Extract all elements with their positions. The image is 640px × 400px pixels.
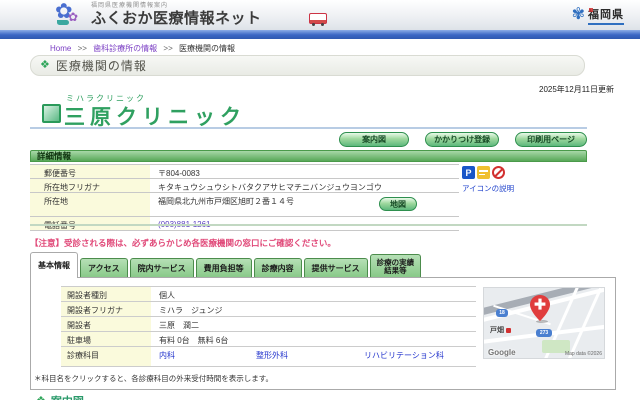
section-divider <box>30 224 587 226</box>
table-row: 駐車場 有料 0台 無料 6台 <box>61 332 476 347</box>
tab-provided-services[interactable]: 提供サービス <box>303 258 368 278</box>
table-row: 所在地 福岡県北九州市戸畑区旭町２番１４号 地図 <box>30 193 459 217</box>
departments-note: ＊科目名をクリックすると、各診療科目の外来受付時間を表示します。 <box>34 374 273 383</box>
details-header-bar: 詳細情報 <box>30 150 587 162</box>
facility-icons: P <box>462 166 505 179</box>
address-value: 福岡県北九州市戸畑区旭町２番１４号 地図 <box>150 193 459 216</box>
section-title-bar: ❖ 医療機関の情報 <box>30 55 585 76</box>
no-smoking-icon <box>492 166 505 179</box>
tab-medical-contents[interactable]: 診療内容 <box>253 258 302 278</box>
flower-small-icon: ✿ <box>68 10 79 24</box>
pref-name: 福岡県 <box>588 8 624 21</box>
next-section-heading: ❖ 案内図 <box>36 393 84 400</box>
department-orthopedics-link[interactable]: 整形外科 <box>256 350 364 366</box>
departments-cell: 内科 整形外科 リハビリテーション科 <box>151 347 476 366</box>
ambulance-icon <box>309 13 327 26</box>
pref-flower-icon: ✾ <box>571 6 585 23</box>
diamond-icon: ❖ <box>36 395 46 400</box>
station-label: 戸畑 <box>490 325 511 335</box>
row-label: 開設者 <box>61 317 151 331</box>
map-copyright: Map data ©2026 <box>564 351 602 357</box>
header-blue-bar <box>0 30 640 39</box>
row-label: 診療科目 <box>61 347 151 366</box>
table-row: 開設者 三原 潤二 <box>61 317 476 332</box>
card-icon <box>477 166 490 179</box>
address-furigana-value: キタキュウシュウシトバタクアサヒマチニバンジュウヨンゴウ <box>158 183 382 192</box>
row-label: 開設者フリガナ <box>61 302 151 316</box>
tab-results[interactable]: 診療の実績 結果等 <box>369 254 422 278</box>
clinic-square-icon <box>42 104 61 123</box>
icons-explanation-link[interactable]: アイコンの説明 <box>462 183 514 194</box>
row-label: 駐車場 <box>61 332 151 346</box>
leaf-icon <box>57 20 69 25</box>
department-rehabilitation-link[interactable]: リハビリテーション科 <box>364 350 444 366</box>
department-internal-medicine-link[interactable]: 内科 <box>159 350 256 366</box>
action-buttons: 案内図 かかりつけ登録 印刷用ページ <box>30 132 587 147</box>
basic-info-panel: 開設者種別 個人 開設者フリガナ ミハラ ジュンジ 開設者 三原 潤二 駐車場 … <box>30 277 616 390</box>
print-page-button[interactable]: 印刷用ページ <box>515 132 587 147</box>
details-table: 郵便番号 〒804-0083 所在地フリガナ キタキュウシュウシトバタクアサヒマ… <box>30 164 459 231</box>
kakaritsuke-register-button[interactable]: かかりつけ登録 <box>425 132 500 147</box>
diamond-icon: ❖ <box>40 59 50 71</box>
breadcrumb-dental-link[interactable]: 歯科診療所の情報 <box>93 44 157 53</box>
google-map[interactable]: 18 273 戸畑 Google Map data ©2026 <box>483 287 605 359</box>
breadcrumb-home-link[interactable]: Home <box>50 44 71 53</box>
page: ✿ ✿ 福岡県医療機関情報案内 ふくおか医療情報ネット ✾ 福岡県 Home >… <box>0 0 640 400</box>
site-logo[interactable]: ✿ ✿ 福岡県医療機関情報案内 ふくおか医療情報ネット <box>55 0 315 29</box>
table-row: 郵便番号 〒804-0083 <box>30 165 459 179</box>
updated-date: 2025年12月11日更新 <box>539 85 614 94</box>
tab-in-hospital-services[interactable]: 院内サービス <box>129 258 194 278</box>
row-label: 開設者種別 <box>61 287 151 301</box>
founder-furigana-value: ミハラ ジュンジ <box>159 306 223 315</box>
route-shield: 18 <box>496 309 508 317</box>
table-row: 開設者種別 個人 <box>61 287 476 302</box>
breadcrumb-separator: >> <box>77 44 87 53</box>
founder-value: 三原 潤二 <box>159 321 199 330</box>
table-row: 所在地フリガナ キタキュウシュウシトバタクアサヒマチニバンジュウヨンゴウ <box>30 179 459 193</box>
guide-map-button[interactable]: 案内図 <box>339 132 410 147</box>
row-label: 所在地 <box>30 193 150 216</box>
basic-info-table: 開設者種別 個人 開設者フリガナ ミハラ ジュンジ 開設者 三原 潤二 駐車場 … <box>61 286 476 367</box>
site-subtitle: 福岡県医療機関情報案内 <box>91 3 169 9</box>
pref-underbar <box>588 23 624 25</box>
hospital-pin-icon <box>530 295 550 321</box>
table-row: 開設者フリガナ ミハラ ジュンジ <box>61 302 476 317</box>
tab-cost-burden[interactable]: 費用負担等 <box>195 258 252 278</box>
breadcrumb: Home >> 歯科診療所の情報 >> 医療機関の情報 <box>50 43 235 54</box>
tab-access[interactable]: アクセス <box>80 258 128 278</box>
details-title: 詳細情報 <box>37 151 72 161</box>
map-button[interactable]: 地図 <box>379 197 417 211</box>
table-row: 診療科目 内科 整形外科 リハビリテーション科 <box>61 347 476 367</box>
prefecture-logo[interactable]: ✾ 福岡県 <box>572 6 624 25</box>
breadcrumb-current: 医療機関の情報 <box>178 44 235 53</box>
section-title: 医療機関の情報 <box>55 59 147 73</box>
tab-bar: 基本情報 アクセス 院内サービス 費用負担等 診療内容 提供サービス 診療の実績… <box>30 252 422 278</box>
postal-code-value: 〒804-0083 <box>158 169 200 178</box>
site-title: ふくおか医療情報ネット <box>91 10 262 27</box>
train-icon <box>506 327 511 333</box>
next-section-title: 案内図 <box>51 393 84 400</box>
row-label: 所在地フリガナ <box>30 179 150 192</box>
google-logo: Google <box>488 348 516 357</box>
site-header: ✿ ✿ 福岡県医療機関情報案内 ふくおか医療情報ネット ✾ 福岡県 <box>0 0 640 31</box>
breadcrumb-separator: >> <box>163 44 173 53</box>
pref-red-accent <box>589 8 593 12</box>
route-shield: 273 <box>536 329 552 337</box>
row-label: 郵便番号 <box>30 165 150 178</box>
parking-icon: P <box>462 166 475 179</box>
tab-basic-info[interactable]: 基本情報 <box>30 252 78 278</box>
parking-value: 有料 0台 無料 6台 <box>159 336 229 345</box>
caution-notice: 【注意】受診される際は、必ずあらかじめ各医療機関の窓口にご確認ください。 <box>30 238 336 248</box>
founder-type-value: 個人 <box>159 291 175 300</box>
title-underline <box>30 127 587 129</box>
